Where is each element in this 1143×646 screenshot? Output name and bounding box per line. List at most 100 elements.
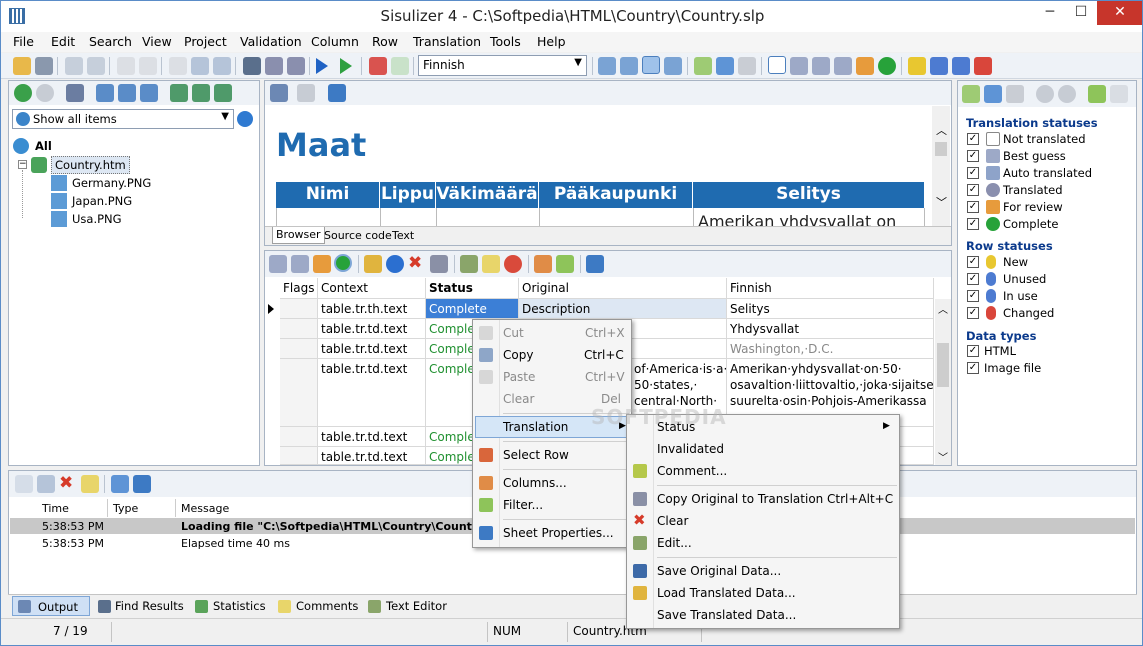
cell-flags[interactable] (280, 319, 318, 339)
tools-icon[interactable] (287, 57, 305, 75)
delete-icon[interactable]: ✖ (59, 475, 77, 493)
checkbox-for-review[interactable]: ✓ (967, 201, 979, 213)
filter-select[interactable]: Show all items ▼ (12, 109, 234, 129)
print-preview-icon[interactable] (65, 57, 83, 75)
refresh-icon[interactable] (716, 57, 734, 75)
add-source-icon[interactable] (96, 84, 114, 102)
home-icon[interactable] (270, 84, 288, 102)
grid-scrollbar[interactable]: ︿ ﹀ (935, 299, 951, 465)
sync-icon[interactable] (237, 111, 253, 127)
run-all-icon[interactable] (340, 58, 352, 74)
save-icon[interactable] (35, 57, 53, 75)
tree-item-country-htm[interactable]: Country.htm (51, 156, 130, 174)
menu-item-cut[interactable]: Cut (503, 326, 524, 340)
check-icon[interactable] (391, 57, 409, 75)
tree-item-usa[interactable]: Usa.PNG (72, 212, 122, 226)
lock-icon[interactable] (364, 255, 382, 273)
checkbox-unused[interactable]: ✓ (967, 273, 979, 285)
database-icon[interactable] (430, 255, 448, 273)
tree-item-all[interactable]: All (35, 139, 52, 153)
cell-context[interactable]: table.tr.td.text (318, 339, 426, 359)
layout-grid-icon[interactable] (598, 57, 616, 75)
cell-context[interactable]: table.tr.th.text (318, 299, 426, 319)
refresh-icon[interactable] (984, 85, 1002, 103)
columns-icon[interactable] (534, 255, 552, 273)
translated-icon[interactable] (834, 57, 852, 75)
scroll-up-icon[interactable]: ︿ (936, 122, 947, 138)
forward-icon[interactable] (36, 84, 54, 102)
header-flags[interactable]: Flags (280, 278, 318, 299)
add-filter-icon[interactable] (1088, 85, 1106, 103)
filter-icon[interactable] (556, 255, 574, 273)
header-finnish[interactable]: Finnish (727, 278, 934, 299)
scan-icon[interactable] (170, 84, 188, 102)
menu-item-filter[interactable]: Filter... (503, 498, 543, 512)
menu-tools[interactable]: Tools (490, 34, 521, 49)
back-icon[interactable] (14, 84, 32, 102)
new-pin-icon[interactable] (908, 57, 926, 75)
edit-icon[interactable] (460, 255, 478, 273)
in-use-pin-icon[interactable] (952, 57, 970, 75)
best-guess-icon[interactable] (790, 57, 808, 75)
menu-item-translation[interactable]: Translation (503, 420, 568, 434)
submenu-item-load-translated[interactable]: Load Translated Data... (657, 586, 796, 600)
import-icon[interactable] (192, 84, 210, 102)
run-icon[interactable] (316, 58, 328, 74)
tab-text-editor[interactable]: Text Editor (386, 599, 447, 613)
layout-split-vertical-icon[interactable] (664, 57, 682, 75)
scroll-down-icon[interactable]: ﹀ (938, 449, 948, 464)
language-select[interactable]: Finnish ▼ (418, 55, 587, 76)
cell-flags[interactable] (280, 427, 318, 447)
checkbox-complete[interactable]: ✓ (967, 218, 979, 230)
cell-original[interactable]: Description (519, 299, 727, 319)
submenu-item-invalidated[interactable]: Invalidated (657, 442, 724, 456)
best-guess-icon[interactable] (269, 255, 287, 273)
filter-icon[interactable] (1006, 85, 1024, 103)
collapse-icon[interactable]: − (18, 160, 27, 169)
cell-finnish[interactable]: Washington,·D.C. (727, 339, 934, 359)
header-original[interactable]: Original (519, 278, 727, 299)
checkbox-new[interactable]: ✓ (967, 256, 979, 268)
maximize-button[interactable]: ☐ (1065, 1, 1097, 25)
checkbox-not-translated[interactable]: ✓ (967, 133, 979, 145)
copy-icon[interactable] (191, 57, 209, 75)
submenu-item-save-original[interactable]: Save Original Data... (657, 564, 781, 578)
tree-item-japan[interactable]: Japan.PNG (72, 194, 132, 208)
tab-source-code[interactable]: Source code (324, 229, 392, 242)
output-header-message[interactable]: Message (181, 502, 229, 515)
tree-item-germany[interactable]: Germany.PNG (72, 176, 151, 190)
unused-pin-icon[interactable] (930, 57, 948, 75)
scroll-down-icon[interactable]: ﹀ (936, 194, 947, 210)
changed-pin-icon[interactable] (974, 57, 992, 75)
auto-translated-icon[interactable] (812, 57, 830, 75)
header-status[interactable]: Status (426, 278, 519, 299)
copy-icon[interactable] (37, 475, 55, 493)
report-icon[interactable] (369, 57, 387, 75)
new-page-icon[interactable] (15, 475, 33, 493)
submenu-item-edit[interactable]: Edit... (657, 536, 692, 550)
complete-icon[interactable] (878, 57, 896, 75)
menu-item-select-row[interactable]: Select Row (503, 448, 569, 462)
menu-item-sheet-properties[interactable]: Sheet Properties... (503, 526, 614, 540)
find-icon[interactable] (243, 57, 261, 75)
reload-icon[interactable] (297, 84, 315, 102)
for-review-icon[interactable] (313, 255, 331, 273)
paste-icon[interactable] (213, 57, 231, 75)
cut-icon[interactable] (169, 57, 187, 75)
cell-finnish[interactable]: Yhdysvallat (727, 319, 934, 339)
submenu-item-save-translated[interactable]: Save Translated Data... (657, 608, 796, 622)
output-header-type[interactable]: Type (113, 502, 138, 515)
menu-view[interactable]: View (142, 34, 172, 49)
close-button[interactable]: ✕ (1097, 1, 1142, 25)
menu-project[interactable]: Project (184, 34, 227, 49)
layout-form-icon[interactable] (620, 57, 638, 75)
menu-item-copy[interactable]: Copy (503, 348, 533, 362)
menu-file[interactable]: File (13, 34, 34, 49)
add-folder-icon[interactable] (118, 84, 136, 102)
back-icon[interactable] (1036, 85, 1054, 103)
tab-statistics[interactable]: Statistics (213, 599, 266, 613)
tab-output[interactable]: Output (12, 596, 90, 616)
stop-icon[interactable] (504, 255, 522, 273)
for-review-icon[interactable] (856, 57, 874, 75)
menu-row[interactable]: Row (372, 34, 398, 49)
